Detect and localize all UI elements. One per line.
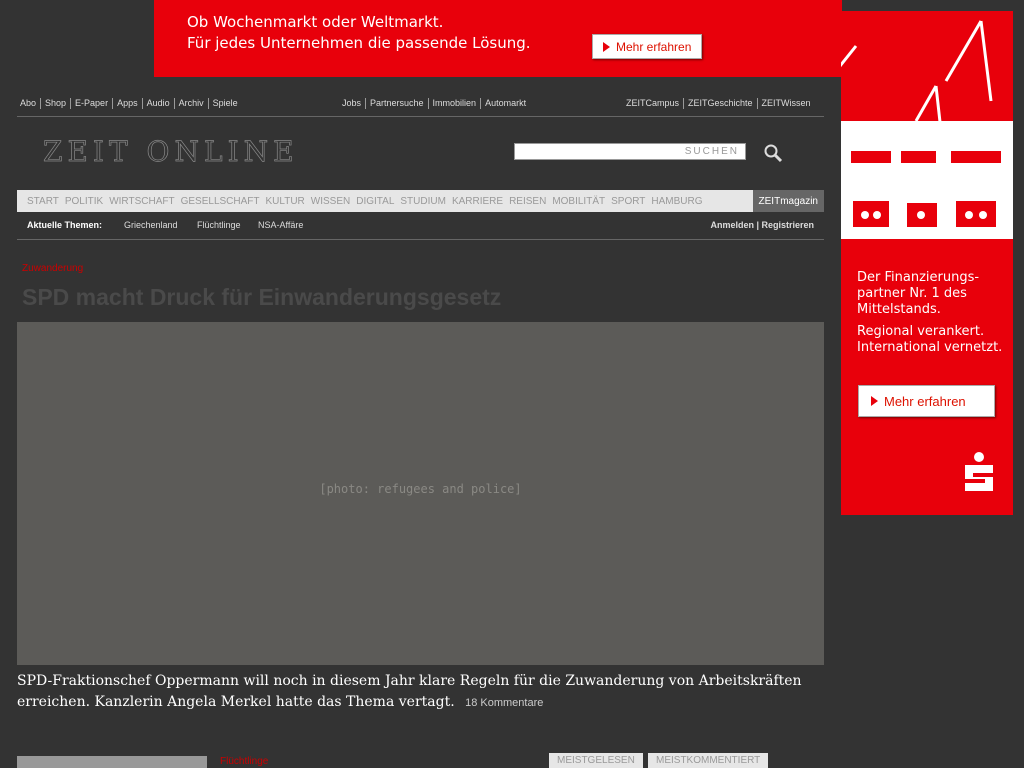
ad-copy-1: Der Finanzierungs- partner Nr. 1 des Mit…: [857, 270, 979, 318]
category-link[interactable]: HAMBURG: [651, 196, 702, 207]
topnav-link[interactable]: Abo: [20, 98, 42, 109]
photo-placeholder-label: [photo: refugees and police]: [319, 482, 522, 496]
topnav-link[interactable]: Apps: [113, 98, 143, 109]
play-triangle-icon: [871, 396, 878, 406]
topic-link[interactable]: Griechenland: [124, 220, 178, 230]
divider: [17, 239, 824, 240]
main-column: Abo Shop E-Paper Apps Audio Archiv Spiel…: [17, 77, 841, 768]
ad-more-button[interactable]: Mehr erfahren: [592, 34, 702, 59]
zeitmagazin-link[interactable]: ZEITmagazin: [752, 190, 824, 212]
top-navigation: Abo Shop E-Paper Apps Audio Archiv Spiel…: [17, 98, 824, 112]
category-link[interactable]: WIRTSCHAFT: [109, 196, 174, 207]
article-teaser[interactable]: SPD-Fraktionschef Oppermann will noch in…: [17, 671, 824, 714]
category-link[interactable]: SPORT: [611, 196, 645, 207]
article-headline[interactable]: SPD macht Druck für Einwanderungsgesetz: [22, 284, 501, 311]
sparkasse-logo-icon: [965, 452, 993, 491]
topics-label: Aktuelle Themen:: [27, 220, 103, 230]
category-link[interactable]: POLITIK: [65, 196, 103, 207]
port-illustration: [841, 11, 1013, 239]
search-input[interactable]: SUCHEN: [514, 143, 746, 160]
topnav-link[interactable]: Automarkt: [481, 98, 530, 109]
category-link[interactable]: MOBILITÄT: [552, 196, 605, 207]
teaser-text-line: SPD-Fraktionschef Oppermann will noch in…: [17, 673, 802, 689]
category-navigation: START POLITIK WIRTSCHAFT GESELLSCHAFT KU…: [17, 190, 824, 212]
ad-copy-1-line: Der Finanzierungs-: [857, 270, 980, 285]
topnav-link[interactable]: Shop: [41, 98, 72, 109]
teaser-thumbnail[interactable]: [17, 756, 207, 768]
side-ad-more-button[interactable]: Mehr erfahren: [858, 385, 995, 417]
ad-button-label: Mehr erfahren: [616, 39, 692, 54]
login-register-link[interactable]: Anmelden | Registrieren: [710, 220, 814, 230]
topnav-link[interactable]: Spiele: [209, 98, 242, 109]
ad-copy-2-line: International vernetzt.: [857, 340, 1003, 355]
article-kicker[interactable]: Zuwanderung: [22, 263, 83, 274]
category-link[interactable]: REISEN: [509, 196, 546, 207]
ad-headline-2: Für jedes Unternehmen die passende Lösun…: [187, 34, 531, 52]
topnav-link[interactable]: Jobs: [342, 98, 367, 109]
teaser-text-line: erreichen. Kanzlerin Angela Merkel hatte…: [17, 694, 455, 710]
ad-copy-2: Regional verankert. International vernet…: [857, 324, 1002, 356]
tab-most-commented[interactable]: MEISTKOMMENTIERT: [648, 753, 769, 768]
second-article-kicker[interactable]: Flüchtlinge: [220, 756, 268, 767]
category-link[interactable]: DIGITAL: [356, 196, 394, 207]
topnav-link[interactable]: Audio: [143, 98, 175, 109]
topnav-link[interactable]: ZEITCampus: [626, 98, 685, 109]
topnav-brands: ZEITCampus ZEITGeschichte ZEITWissen: [626, 98, 815, 109]
article-photo[interactable]: [photo: refugees and police]: [17, 322, 824, 665]
topnav-link[interactable]: Archiv: [175, 98, 209, 109]
side-skyscraper-ad[interactable]: Der Finanzierungs- partner Nr. 1 des Mit…: [841, 11, 1013, 515]
topnav-link[interactable]: ZEITGeschichte: [684, 98, 758, 109]
ad-copy-1-line: partner Nr. 1 des: [857, 286, 967, 301]
topnav-markets: Jobs Partnersuche Immobilien Automarkt: [342, 98, 530, 109]
ad-headline-1: Ob Wochenmarkt oder Weltmarkt.: [187, 13, 444, 31]
tab-most-read[interactable]: MEISTGELESEN: [549, 753, 643, 768]
page: Ob Wochenmarkt oder Weltmarkt. Für jedes…: [0, 0, 1024, 768]
category-link[interactable]: KULTUR: [266, 196, 305, 207]
topnav-services: Abo Shop E-Paper Apps Audio Archiv Spiel…: [20, 98, 242, 109]
topnav-link[interactable]: E-Paper: [71, 98, 114, 109]
category-link[interactable]: STUDIUM: [400, 196, 446, 207]
ad-copy-1-line: Mittelstands.: [857, 302, 941, 317]
comments-link[interactable]: 18 Kommentare: [465, 697, 543, 709]
topic-link[interactable]: Flüchtlinge: [197, 220, 241, 230]
top-banner-ad[interactable]: Ob Wochenmarkt oder Weltmarkt. Für jedes…: [154, 0, 842, 77]
ad-copy-2-line: Regional verankert.: [857, 324, 985, 339]
topnav-link[interactable]: Immobilien: [429, 98, 482, 109]
topnav-link[interactable]: Partnersuche: [366, 98, 429, 109]
search-icon[interactable]: [763, 143, 783, 163]
side-ad-button-label: Mehr erfahren: [884, 393, 966, 409]
site-logo[interactable]: ZEIT ONLINE: [43, 135, 299, 169]
category-link[interactable]: WISSEN: [311, 196, 350, 207]
category-link[interactable]: GESELLSCHAFT: [181, 196, 260, 207]
topnav-link[interactable]: ZEITWissen: [758, 98, 815, 109]
play-triangle-icon: [603, 41, 610, 52]
category-link[interactable]: START: [27, 196, 59, 207]
category-link[interactable]: KARRIERE: [452, 196, 503, 207]
divider: [17, 116, 824, 117]
topic-link[interactable]: NSA-Affäre: [258, 220, 303, 230]
